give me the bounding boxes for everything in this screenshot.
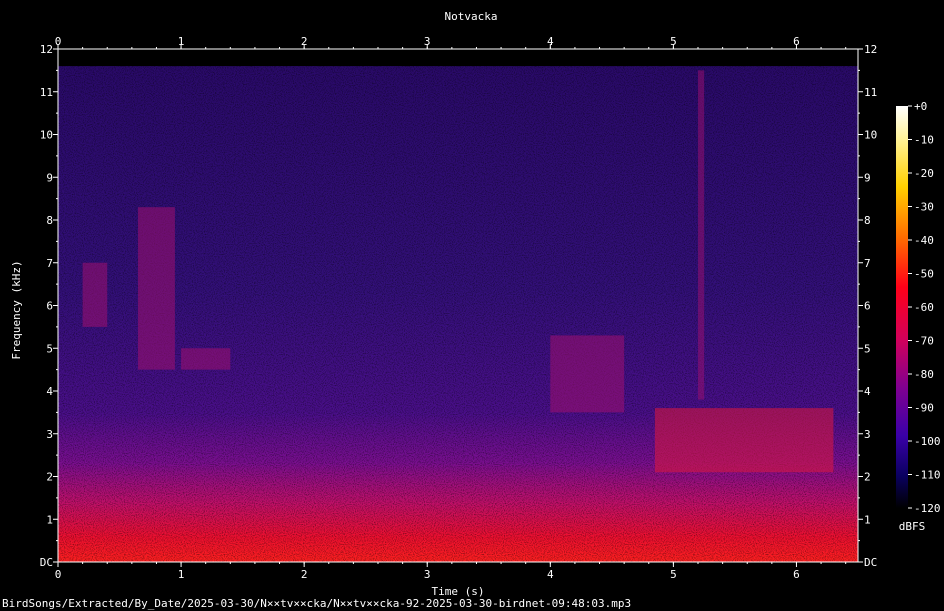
colorbar: +0 -10 -20 -30 -40 -50 -60 -70 -80 -90 -100 -110 -12… (896, 100, 941, 533)
x-tick-label-bottom: 6 (793, 568, 800, 581)
x-tick-label-top: 1 (178, 35, 185, 48)
x-tick-label-top: 2 (301, 35, 308, 48)
x-tick-label-bottom: 2 (301, 568, 308, 581)
y-axis-left: DC123456789101112 (40, 43, 58, 569)
y-tick-label-right: 7 (864, 257, 871, 270)
colorbar-tick-label: -10 (914, 134, 934, 147)
x-tick-label-top: 6 (793, 35, 800, 48)
colorbar-ticks: +0 -10 -20 -30 -40 -50 -60 -70 -80 -90 -100 -110 -12… (908, 100, 941, 515)
sound-event (138, 207, 175, 370)
colorbar-tick-label: -60 (914, 301, 934, 314)
x-tick-label-bottom: 0 (55, 568, 62, 581)
y-axis-right: DC123456789101112 (858, 43, 877, 569)
colorbar-tick-label: -40 (914, 234, 934, 247)
colorbar-tick-label: -110 (914, 469, 941, 482)
x-tick-label-top: 3 (424, 35, 431, 48)
y-tick-label-right: 2 (864, 471, 871, 484)
x-tick-label-bottom: 4 (547, 568, 554, 581)
y-tick-label-left: 6 (46, 300, 53, 313)
y-tick-label-left: 10 (40, 129, 53, 142)
y-tick-label-left: 4 (46, 385, 53, 398)
y-axis-label: Frequency (kHz) (10, 260, 23, 359)
y-tick-label-right: 4 (864, 385, 871, 398)
x-tick-label-top: 5 (670, 35, 677, 48)
colorbar-tick-label: -30 (914, 201, 934, 214)
sound-event (654, 408, 834, 473)
y-tick-label-right: 1 (864, 513, 871, 526)
spectrogram-chart: 0123456 0123456 DC123456789101112 DC1234… (10, 10, 941, 598)
x-axis-top: 0 1 2 3 4 5 6 (55, 35, 847, 49)
spectrogram-noise (58, 66, 858, 562)
y-tick-label-left: 11 (40, 86, 53, 99)
colorbar-tick-label: -80 (914, 368, 934, 381)
x-axis-bottom: 0 1 2 3 4 5 6 (55, 562, 847, 581)
x-tick-label-top: 0 (55, 35, 62, 48)
y-tick-label-right: DC (864, 556, 877, 569)
x-tick-label-bottom: 3 (424, 568, 431, 581)
sound-event (550, 335, 625, 413)
sound-event (698, 70, 705, 400)
y-tick-label-left: 12 (40, 43, 53, 56)
sound-event (82, 262, 108, 327)
y-tick-label-right: 5 (864, 342, 871, 355)
x-tick-label-bottom: 5 (670, 568, 677, 581)
y-tick-label-right: 10 (864, 129, 877, 142)
colorbar-tick-label: -90 (914, 402, 934, 415)
y-tick-label-left: 3 (46, 428, 53, 441)
y-tick-label-right: 11 (864, 86, 877, 99)
y-tick-label-right: 12 (864, 43, 877, 56)
y-tick-label-right: 3 (864, 428, 871, 441)
chart-title: Notvacka (445, 10, 498, 23)
colorbar-tick-label: +0 (914, 100, 927, 113)
colorbar-tick-label: -70 (914, 335, 934, 348)
colorbar-tick-label: -120 (914, 502, 941, 515)
y-tick-label-left: 9 (46, 171, 53, 184)
y-tick-label-right: 9 (864, 171, 871, 184)
colorbar-tick-label: -50 (914, 268, 934, 281)
y-tick-label-right: 8 (864, 214, 871, 227)
y-tick-label-left: 2 (46, 471, 53, 484)
colorbar-tick-label: -100 (914, 435, 941, 448)
colorbar-label: dBFS (899, 520, 926, 533)
sound-event (181, 348, 231, 370)
y-tick-label-left: 1 (46, 513, 53, 526)
colorbar-scale (896, 106, 908, 508)
y-tick-label-left: 5 (46, 342, 53, 355)
x-tick-label-bottom: 1 (178, 568, 185, 581)
file-path: BirdSongs/Extracted/By_Date/2025-03-30/N… (2, 597, 632, 610)
x-tick-label-top: 4 (547, 35, 554, 48)
y-tick-label-right: 6 (864, 300, 871, 313)
y-tick-label-left: 8 (46, 214, 53, 227)
y-tick-label-left: DC (40, 556, 53, 569)
y-tick-label-left: 7 (46, 257, 53, 270)
plot-area (57, 48, 859, 563)
colorbar-tick-label: -20 (914, 167, 934, 180)
